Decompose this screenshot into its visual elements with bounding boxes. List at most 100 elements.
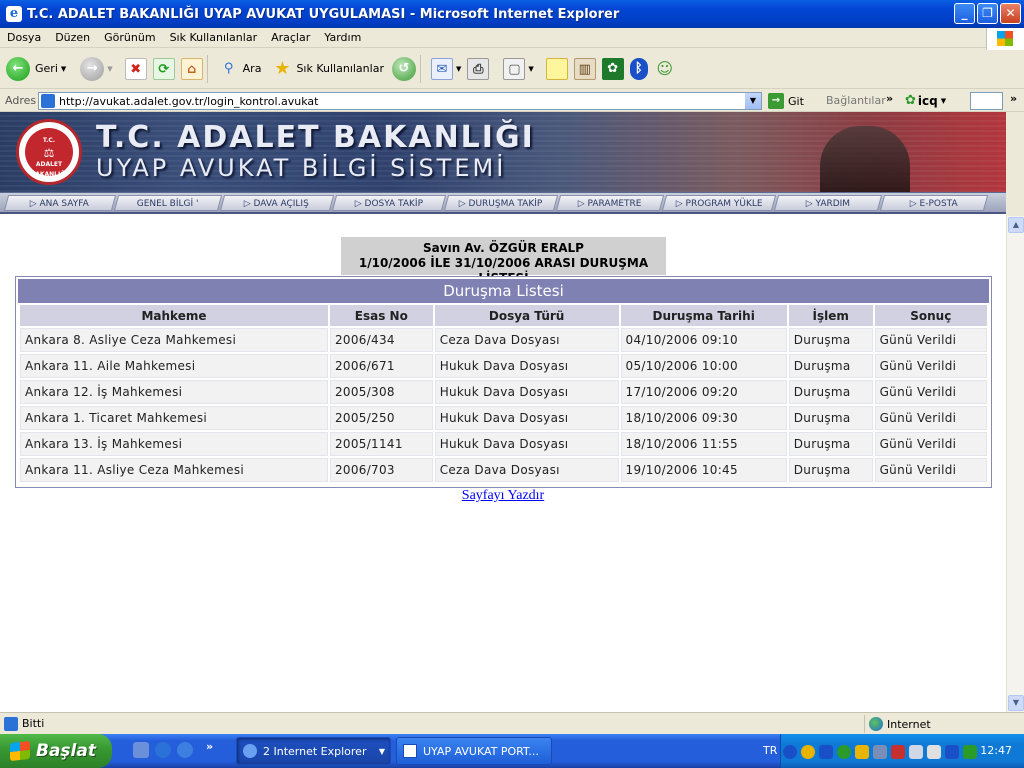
scroll-up-arrow-icon[interactable]: ▲ — [1008, 217, 1024, 233]
tray-app2-icon[interactable] — [855, 745, 869, 759]
tray-app-icon[interactable] — [801, 745, 815, 759]
chevron-down-icon[interactable]: ▼ — [61, 65, 66, 73]
table-caption: Duruşma Listesi — [18, 279, 989, 303]
mail-button[interactable]: ✉ ▼ — [430, 57, 461, 80]
zone-label: Internet — [887, 717, 931, 731]
address-input[interactable]: http://avukat.adalet.gov.tr/login_kontro… — [38, 92, 762, 110]
menu-favorites[interactable]: Sık Kullanılanlar — [163, 31, 265, 44]
network-icon[interactable] — [873, 745, 887, 759]
links-chevron-icon[interactable]: » — [886, 92, 893, 105]
cell-sonuc: Günü Verildi — [874, 328, 987, 352]
nav-e-posta[interactable]: ▷ E-POSTA — [879, 194, 989, 211]
messenger-button[interactable]: ☺ — [654, 58, 676, 80]
quicklaunch-chevron-icon[interactable]: » — [206, 740, 213, 753]
task-label: UYAP AVUKAT PORT... — [423, 744, 539, 758]
tray-collapse-icon[interactable] — [783, 745, 797, 759]
chevron-down-icon[interactable]: ▼ — [456, 65, 461, 73]
table-row: Ankara 8. Asliye Ceza Mahkemesi 2006/434… — [20, 328, 987, 352]
tray-app3-icon[interactable] — [927, 745, 941, 759]
task-uyap-portal[interactable]: UYAP AVUKAT PORT... — [396, 737, 552, 765]
notes-button[interactable] — [545, 57, 568, 80]
col-islem: İşlem — [788, 305, 873, 326]
language-indicator[interactable]: TR — [763, 744, 777, 757]
back-button[interactable]: ← Geri ▼ — [6, 56, 66, 81]
cell-dosya-turu: Ceza Dava Dosyası — [434, 458, 619, 482]
chevron-down-icon[interactable]: ▼ — [941, 97, 946, 105]
forward-button[interactable]: → ▼ — [80, 56, 113, 81]
ministry-seal: T.C. ⚖ ADALET BAKANLIĞI — [16, 119, 82, 185]
quicklaunch-ie2-icon[interactable] — [177, 742, 193, 758]
tray-app4-icon[interactable] — [945, 745, 959, 759]
cell-dosya-turu: Hukuk Dava Dosyası — [434, 406, 619, 430]
home-icon: ⌂ — [180, 57, 203, 80]
note-icon — [545, 57, 568, 80]
links-label[interactable]: Bağlantılar — [826, 94, 886, 107]
cell-durusma-tarihi: 04/10/2006 09:10 — [620, 328, 787, 352]
table-row: Ankara 11. Aile Mahkemesi 2006/671 Hukuk… — [20, 354, 987, 378]
tray-app5-icon[interactable] — [963, 745, 977, 759]
more-chevron-icon[interactable]: » — [1010, 92, 1017, 105]
edit-button[interactable]: ▢ ▼ — [503, 57, 534, 80]
icq-button[interactable]: ✿ — [601, 57, 624, 80]
print-button[interactable]: ⎙ — [467, 57, 490, 80]
cell-islem: Duruşma — [788, 458, 873, 482]
nav-dava-acilis[interactable]: ▷ DAVA AÇILIŞ — [219, 194, 335, 211]
clock[interactable]: 12:47 — [980, 744, 1012, 757]
history-button[interactable]: ↺ — [391, 56, 416, 81]
col-dosya-turu: Dosya Türü — [434, 305, 619, 326]
menu-duzen[interactable]: Düzen — [48, 31, 97, 44]
nav-dosya-takip[interactable]: ▷ DOSYA TAKİP — [331, 194, 447, 211]
nav-program-yukle[interactable]: ▷ PROGRAM YÜKLE — [661, 194, 777, 211]
go-button[interactable]: → Git — [768, 93, 804, 109]
refresh-icon: ⟳ — [152, 57, 175, 80]
home-button[interactable]: ⌂ — [180, 57, 203, 80]
mail-icon: ✉ — [430, 57, 453, 80]
cell-esas-no: 2006/671 — [329, 354, 433, 378]
address-label: Adres — [5, 94, 37, 107]
nav-ana-sayfa[interactable]: ▷ ANA SAYFA — [3, 194, 117, 211]
start-button[interactable]: Başlat — [0, 734, 112, 768]
menu-dosya[interactable]: Dosya — [0, 31, 48, 44]
nav-yardim[interactable]: ▷ YARDIM — [773, 194, 883, 211]
seal-inner: T.C. ⚖ ADALET BAKANLIĞI — [25, 128, 73, 178]
address-dropdown-button[interactable]: ▼ — [745, 93, 761, 109]
nav-genel-bilgi[interactable]: GENEL BİLGİ ' — [113, 194, 223, 211]
nav-parametre[interactable]: ▷ PARAMETRE — [555, 194, 665, 211]
task-internet-explorer[interactable]: 2 Internet Explorer ▼ — [236, 737, 391, 765]
menu-araclar[interactable]: Araçlar — [264, 31, 317, 44]
menu-yardim[interactable]: Yardım — [317, 31, 368, 44]
title-bar: e T.C. ADALET BAKANLIĞI UYAP AVUKAT UYGU… — [0, 0, 1024, 28]
stop-button[interactable]: ✖ — [124, 57, 147, 80]
nav-durusma-takip[interactable]: ▷ DURUŞMA TAKİP — [443, 194, 559, 211]
security-icon[interactable] — [891, 745, 905, 759]
close-button[interactable]: ✕ — [1000, 3, 1021, 24]
quicklaunch-ie-icon[interactable] — [155, 742, 171, 758]
icq-toolbar[interactable]: ✿ icq ▼ — [905, 93, 946, 108]
cell-islem: Duruşma — [788, 380, 873, 404]
chevron-down-icon[interactable]: ▼ — [107, 65, 112, 73]
minimize-button[interactable]: _ — [954, 3, 975, 24]
cell-islem: Duruşma — [788, 328, 873, 352]
print-page-link[interactable]: Sayfayı Yazdır — [0, 488, 1006, 504]
favorites-button[interactable]: ★ Sık Kullanılanlar — [271, 58, 384, 80]
chevron-down-icon[interactable]: ▼ — [528, 65, 533, 73]
col-sonuc: Sonuç — [874, 305, 987, 326]
bluetooth-icon[interactable] — [819, 745, 833, 759]
vertical-scrollbar[interactable]: ▲ ▼ — [1006, 216, 1024, 712]
flower-icon: ✿ — [905, 93, 916, 108]
refresh-button[interactable]: ⟳ — [152, 57, 175, 80]
menu-bar: Dosya Düzen Görünüm Sık Kullanılanlar Ar… — [0, 28, 1024, 48]
cell-dosya-turu: Hukuk Dava Dosyası — [434, 432, 619, 456]
maximize-button[interactable]: ❐ — [977, 3, 998, 24]
scroll-down-arrow-icon[interactable]: ▼ — [1008, 695, 1024, 711]
icq-tray-icon[interactable] — [837, 745, 851, 759]
cell-durusma-tarihi: 18/10/2006 11:55 — [620, 432, 787, 456]
menu-gorunum[interactable]: Görünüm — [97, 31, 162, 44]
volume-icon[interactable] — [909, 745, 923, 759]
quicklaunch-desktop-icon[interactable] — [133, 742, 149, 758]
search-button[interactable]: ⚲ Ara — [218, 58, 262, 80]
page-icon — [41, 94, 55, 108]
research-button[interactable]: ▥ — [573, 57, 596, 80]
icq-search-input[interactable] — [970, 92, 1003, 110]
bluetooth-button[interactable]: ᛒ — [629, 57, 648, 80]
